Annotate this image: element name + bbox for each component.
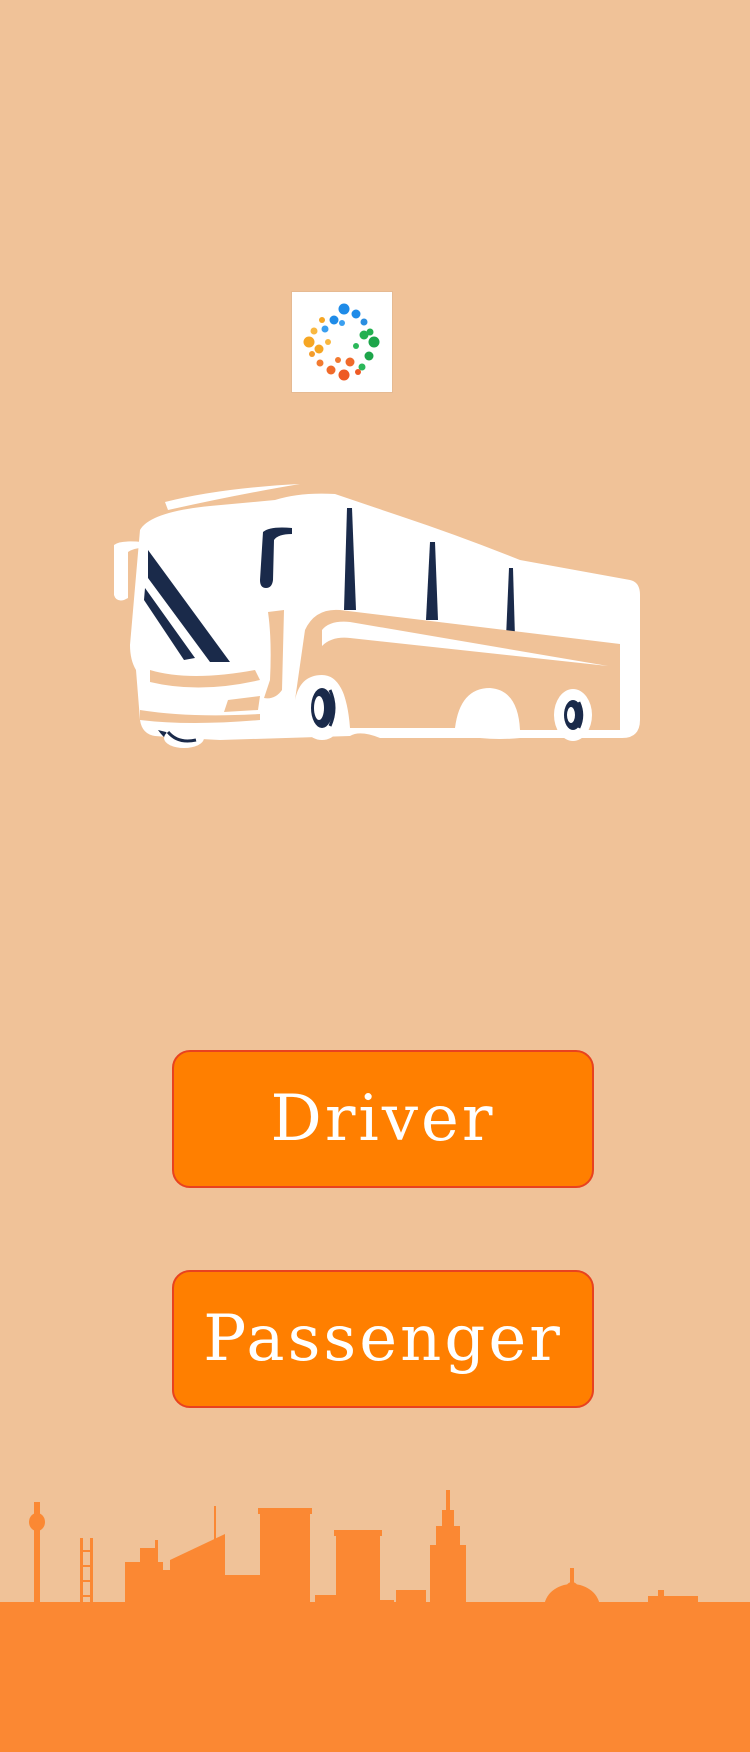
bus-icon (114, 484, 640, 748)
dotted-ring-logo-icon (303, 303, 380, 381)
app-logo (292, 292, 392, 392)
bus-illustration (114, 484, 640, 748)
passenger-button-label: Passenger (203, 1302, 563, 1376)
passenger-button[interactable]: Passenger (172, 1270, 594, 1408)
city-skyline-icon (0, 1490, 750, 1752)
driver-button-label: Driver (270, 1082, 496, 1156)
driver-button[interactable]: Driver (172, 1050, 594, 1188)
city-skyline (0, 1490, 750, 1752)
